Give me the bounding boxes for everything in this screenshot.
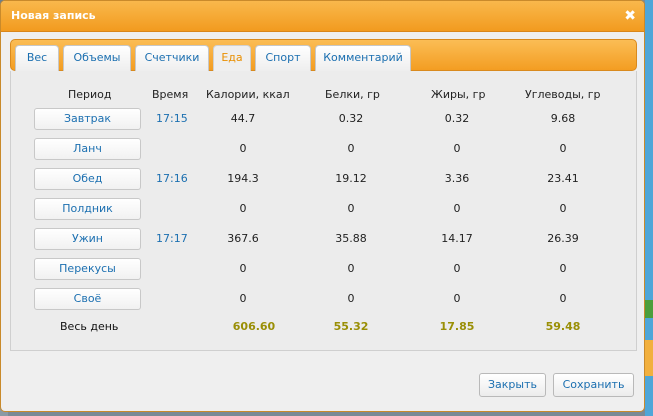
fat-value: 0 [453, 142, 461, 155]
calories-value: 0 [239, 142, 247, 155]
carbs-value: 0 [559, 202, 567, 215]
close-icon[interactable]: ✖ [624, 7, 636, 25]
total-carbs: 59.48 [545, 320, 581, 333]
close-button[interactable]: Закрыть [479, 373, 546, 397]
period-button[interactable]: Перекусы [34, 258, 141, 280]
protein-value: 0 [347, 292, 355, 305]
protein-value: 0.32 [338, 112, 364, 125]
protein-value: 0 [347, 262, 355, 275]
fat-value: 0 [453, 262, 461, 275]
calories-value: 194.3 [227, 172, 259, 185]
time-link[interactable]: 17:15 [156, 108, 196, 130]
total-label: Весь день [60, 320, 119, 333]
total-calories: 606.60 [232, 320, 276, 333]
tab-sport[interactable]: Спорт [255, 45, 311, 71]
header-fat: Жиры, гр [431, 88, 486, 101]
time-link[interactable]: 17:17 [156, 228, 196, 250]
period-button[interactable]: Завтрак [34, 108, 141, 130]
total-protein: 55.32 [333, 320, 369, 333]
carbs-value: 26.39 [547, 232, 579, 245]
background-right [645, 0, 653, 416]
protein-value: 0 [347, 202, 355, 215]
period-button[interactable]: Полдник [34, 198, 141, 220]
background-accent-orange [645, 340, 653, 376]
period-button[interactable]: Обед [34, 168, 141, 190]
fat-value: 0 [453, 202, 461, 215]
dialog-titlebar: Новая запись ✖ [1, 1, 644, 32]
tab-measurements[interactable]: Объемы [63, 45, 131, 71]
fat-value: 14.17 [441, 232, 473, 245]
tab-counters[interactable]: Счетчики [135, 45, 209, 71]
carbs-value: 9.68 [550, 112, 576, 125]
header-time: Время [152, 88, 189, 101]
fat-value: 0 [453, 292, 461, 305]
new-entry-dialog: Новая запись ✖ Вес Объемы Счетчики Еда С… [0, 0, 645, 412]
food-panel: Период Время Калории, ккал Белки, гр Жир… [10, 71, 637, 351]
tab-bar: Вес Объемы Счетчики Еда Спорт Комментари… [10, 39, 637, 72]
save-button[interactable]: Сохранить [553, 373, 634, 397]
carbs-value: 0 [559, 292, 567, 305]
calories-value: 0 [239, 202, 247, 215]
period-button[interactable]: Своё [34, 288, 141, 310]
header-protein: Белки, гр [325, 88, 380, 101]
header-period: Период [68, 88, 112, 101]
protein-value: 19.12 [335, 172, 367, 185]
carbs-value: 0 [559, 262, 567, 275]
period-button[interactable]: Ланч [34, 138, 141, 160]
calories-value: 367.6 [227, 232, 259, 245]
carbs-value: 0 [559, 142, 567, 155]
header-carbs: Углеводы, гр [525, 88, 601, 101]
calories-value: 44.7 [230, 112, 256, 125]
header-calories: Калории, ккал [206, 88, 290, 101]
tab-comment[interactable]: Комментарий [315, 45, 411, 71]
time-link[interactable]: 17:16 [156, 168, 196, 190]
background-accent-green [645, 300, 653, 318]
calories-value: 0 [239, 292, 247, 305]
tab-weight[interactable]: Вес [15, 45, 59, 71]
carbs-value: 23.41 [547, 172, 579, 185]
tab-food[interactable]: Еда [213, 45, 251, 72]
period-button[interactable]: Ужин [34, 228, 141, 250]
protein-value: 0 [347, 142, 355, 155]
total-fat: 17.85 [439, 320, 475, 333]
calories-value: 0 [239, 262, 247, 275]
dialog-title: Новая запись [11, 9, 96, 22]
protein-value: 35.88 [335, 232, 367, 245]
fat-value: 3.36 [444, 172, 470, 185]
fat-value: 0.32 [444, 112, 470, 125]
